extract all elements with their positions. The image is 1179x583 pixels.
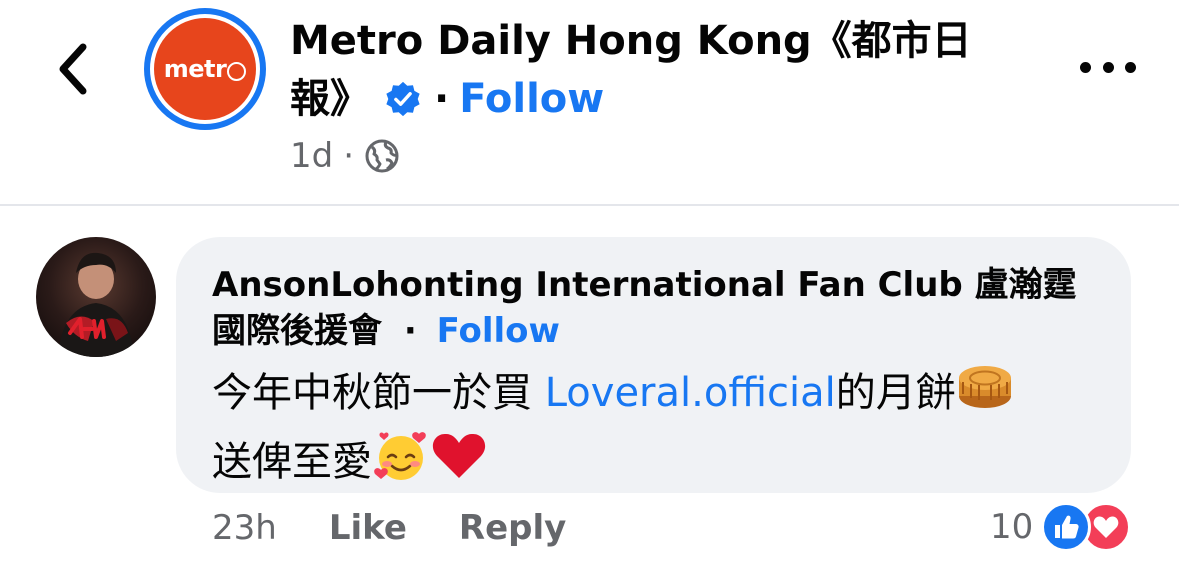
globe-icon — [365, 139, 399, 173]
commenter-avatar-image — [58, 252, 134, 357]
reaction-summary[interactable]: 10 — [990, 502, 1132, 552]
separator-dot: · — [403, 311, 417, 351]
comment-text-part1: 今年中秋節一於買 — [212, 370, 545, 416]
like-button[interactable]: Like — [329, 508, 407, 548]
follow-page-button[interactable]: Follow — [459, 70, 604, 128]
more-dot-icon — [1102, 61, 1114, 73]
page-avatar[interactable]: metr — [144, 8, 266, 130]
page-name-line1[interactable]: Metro Daily Hong Kong《都市日 — [290, 12, 990, 70]
commenter-name-line1[interactable]: AnsonLohonting International Fan Club 盧瀚… — [212, 262, 1112, 308]
separator-dot: · — [434, 76, 450, 122]
smiling-face-with-hearts-icon — [372, 428, 430, 500]
page-name-line2[interactable]: 報》 — [290, 70, 370, 128]
more-dot-icon — [1080, 61, 1091, 73]
comment-time[interactable]: 23h — [212, 508, 277, 548]
comment-text-part2: 的月餅 — [835, 370, 956, 416]
mooncake-emoji-icon — [956, 362, 1014, 428]
page-name: Metro Daily Hong Kong《都市日 報》 · Follow — [290, 12, 990, 128]
more-dot-icon — [1125, 61, 1136, 73]
divider — [0, 204, 1179, 206]
meta-separator: · — [343, 136, 355, 176]
mention-link[interactable]: Loveral.official — [545, 370, 836, 416]
commenter-name: AnsonLohonting International Fan Club 盧瀚… — [212, 262, 1112, 354]
back-button[interactable] — [44, 36, 100, 102]
comment-actions: 23h Like Reply — [212, 508, 618, 548]
red-heart-icon — [430, 430, 488, 498]
comment-text: 今年中秋節一於買 Loveral.official的月餅 送俾至愛 — [212, 362, 1112, 500]
commenter-avatar[interactable] — [36, 237, 156, 357]
reaction-count: 10 — [990, 507, 1034, 547]
follow-commenter-button[interactable]: Follow — [437, 311, 560, 351]
comment-text-part3: 送俾至愛 — [212, 439, 372, 485]
post-time[interactable]: 1d — [290, 136, 333, 176]
chevron-left-icon — [59, 43, 87, 95]
post-meta: 1d · — [290, 136, 400, 176]
reply-button[interactable]: Reply — [459, 508, 566, 548]
commenter-name-line2[interactable]: 國際後援會 — [212, 311, 382, 351]
verified-badge-icon — [384, 80, 422, 118]
metro-logo-globe-icon — [227, 61, 247, 81]
thumbs-up-icon — [1041, 502, 1092, 552]
metro-logo: metr — [154, 18, 256, 120]
more-options-button[interactable] — [1080, 52, 1136, 82]
